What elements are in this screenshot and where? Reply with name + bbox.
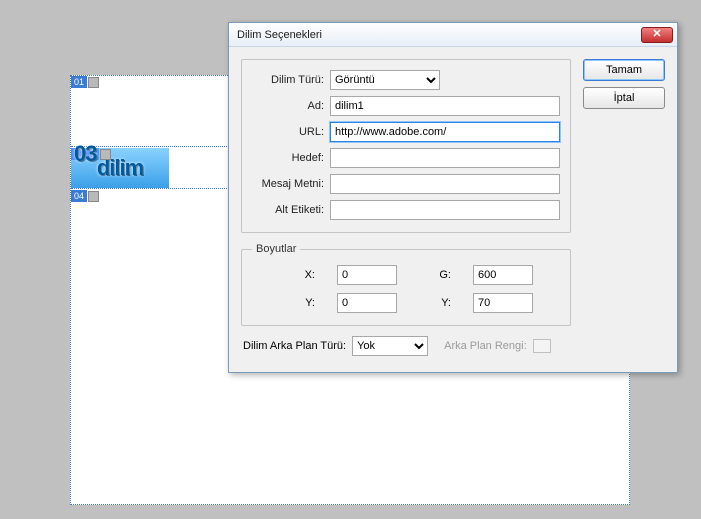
bg-color-label: Arka Plan Rengi: bbox=[444, 340, 527, 352]
name-input[interactable] bbox=[330, 96, 560, 116]
dim-y-label: Y: bbox=[279, 293, 319, 313]
slice-options-dialog: Dilim Seçenekleri ✕ Dilim Türü: Görüntü … bbox=[228, 22, 678, 373]
slice-type-label: Dilim Türü: bbox=[252, 74, 330, 86]
bg-type-select[interactable]: Yok bbox=[352, 336, 428, 356]
slice-number: 01 bbox=[71, 76, 87, 88]
slice-thumbnail[interactable]: dilim 03 bbox=[71, 148, 169, 188]
target-label: Hedef: bbox=[252, 152, 330, 164]
name-label: Ad: bbox=[252, 100, 330, 112]
slice-type-select[interactable]: Görüntü bbox=[330, 70, 440, 90]
alt-input[interactable] bbox=[330, 200, 560, 220]
slice-badge-3[interactable]: 03 bbox=[71, 148, 111, 160]
target-input[interactable] bbox=[330, 148, 560, 168]
alt-label: Alt Etiketi: bbox=[252, 204, 330, 216]
bg-type-label: Dilim Arka Plan Türü: bbox=[243, 340, 346, 352]
dialog-titlebar[interactable]: Dilim Seçenekleri ✕ bbox=[229, 23, 677, 47]
slice-badge-1[interactable]: 01 bbox=[71, 76, 99, 88]
bg-color-swatch bbox=[533, 339, 551, 353]
dimensions-legend: Boyutlar bbox=[252, 243, 300, 255]
close-button[interactable]: ✕ bbox=[641, 27, 673, 43]
slice-type-icon bbox=[100, 149, 111, 160]
slice-type-icon bbox=[88, 77, 99, 88]
dim-w-input[interactable] bbox=[473, 265, 533, 285]
dialog-title: Dilim Seçenekleri bbox=[237, 29, 641, 41]
slice-badge-4[interactable]: 04 bbox=[71, 190, 99, 202]
slice-number: 04 bbox=[71, 190, 87, 202]
slice-type-icon bbox=[88, 191, 99, 202]
message-label: Mesaj Metni: bbox=[252, 178, 330, 190]
dim-h-input[interactable] bbox=[473, 293, 533, 313]
cancel-button[interactable]: İptal bbox=[583, 87, 665, 109]
dim-y-input[interactable] bbox=[337, 293, 397, 313]
message-input[interactable] bbox=[330, 174, 560, 194]
dim-w-label: G: bbox=[415, 265, 455, 285]
url-label: URL: bbox=[252, 126, 330, 138]
ok-button[interactable]: Tamam bbox=[583, 59, 665, 81]
dim-x-input[interactable] bbox=[337, 265, 397, 285]
url-input[interactable] bbox=[330, 122, 560, 142]
dim-x-label: X: bbox=[279, 265, 319, 285]
dimensions-group: Boyutlar X: G: Y: Y: bbox=[241, 243, 571, 326]
slice-number: 03 bbox=[71, 148, 99, 160]
dim-h-label: Y: bbox=[415, 293, 455, 313]
close-icon: ✕ bbox=[652, 29, 661, 40]
slice-fields-group: Dilim Türü: Görüntü Ad: URL: Hedef: bbox=[241, 59, 571, 233]
